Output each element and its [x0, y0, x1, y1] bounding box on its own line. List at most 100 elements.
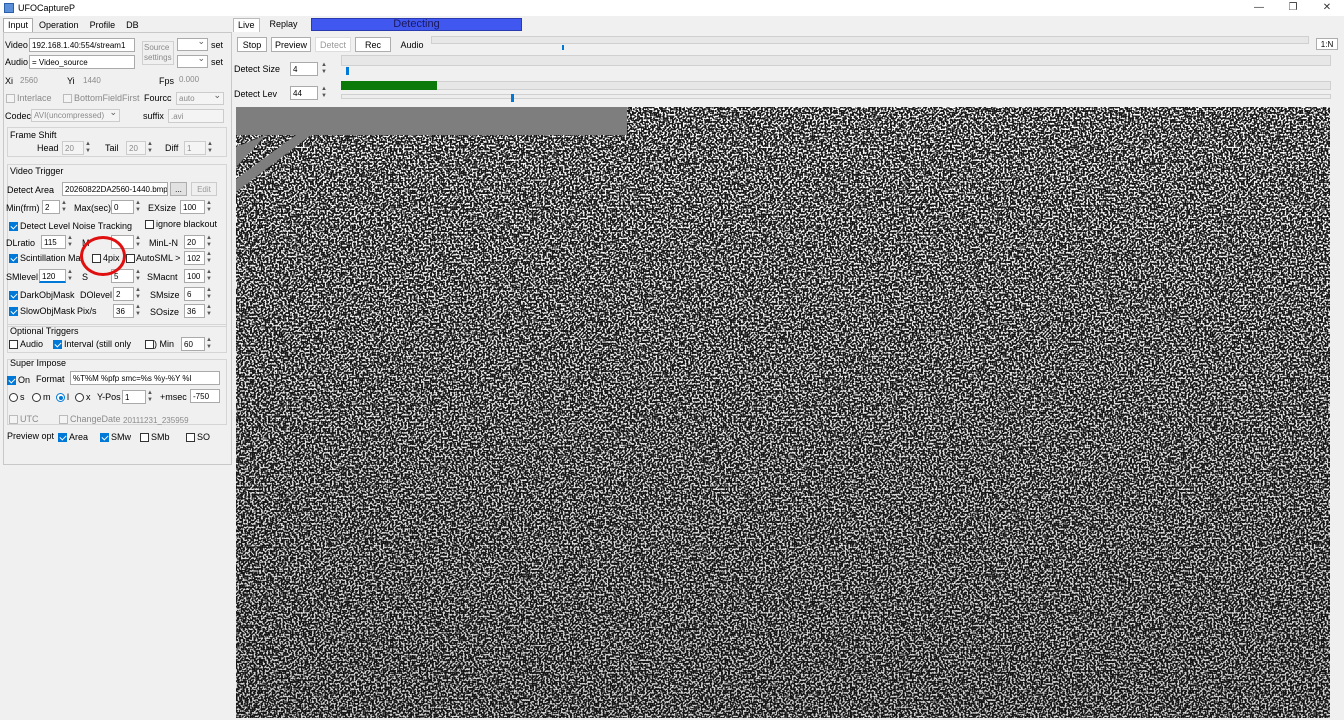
interval-checkbox[interactable] [53, 340, 62, 349]
superimpose-on-checkbox[interactable] [7, 376, 16, 385]
max-sec-field[interactable]: 0 [111, 200, 134, 214]
radio-s[interactable] [9, 393, 18, 402]
smlevel-field[interactable]: 120 [39, 269, 66, 283]
ypos-spinner[interactable]: ▲ ▼ [146, 390, 154, 404]
detect-size-thumb[interactable] [346, 67, 349, 75]
audio-trigger-checkbox[interactable] [9, 340, 18, 349]
ratio-button[interactable]: 1:N [1316, 38, 1338, 50]
pixs-spinner[interactable]: ▲ ▼ [134, 304, 142, 318]
detect-size-track[interactable] [341, 55, 1331, 66]
audio-level-track[interactable] [431, 36, 1309, 44]
radio-m[interactable] [32, 393, 41, 402]
bottom-field-checkbox[interactable] [63, 94, 72, 103]
source-settings-button[interactable]: Source settings [142, 41, 174, 65]
slowobj-checkbox[interactable] [9, 307, 18, 316]
detect-lev-field[interactable]: 44 [290, 86, 318, 100]
source-setting-dropdown-2[interactable] [177, 53, 208, 68]
msec-field[interactable]: -750 [190, 389, 220, 403]
head-field[interactable]: 20 [62, 141, 84, 155]
fourcc-dropdown[interactable]: auto [176, 90, 224, 105]
interlace-checkbox[interactable] [6, 94, 15, 103]
min-frm-field[interactable]: 2 [42, 200, 60, 214]
video-source-field[interactable]: 192.168.1.40:554/stream1 [29, 38, 135, 52]
dratio-field[interactable]: 115 [41, 235, 66, 249]
diff-spinner[interactable]: ▲ ▼ [206, 141, 214, 155]
autosml-checkbox[interactable] [126, 254, 135, 263]
minl-spinner[interactable]: ▲ ▼ [205, 235, 213, 249]
min-frm-spinner[interactable]: ▲ ▼ [60, 200, 68, 214]
scintillation-checkbox[interactable] [9, 254, 18, 263]
source-setting-dropdown-1[interactable] [177, 36, 208, 51]
detect-size-field[interactable]: 4 [290, 62, 318, 76]
preview-so-checkbox[interactable] [186, 433, 195, 442]
max-sec-spinner[interactable]: ▲ ▼ [134, 200, 142, 214]
interval-min-checkbox[interactable] [145, 340, 154, 349]
tail-field[interactable]: 20 [126, 141, 146, 155]
rec-button[interactable]: Rec [355, 37, 391, 52]
smsize-spinner[interactable]: ▲ ▼ [205, 287, 213, 301]
preview-smb-checkbox[interactable] [140, 433, 149, 442]
set-button-2[interactable]: set [211, 57, 223, 67]
set-button-1[interactable]: set [211, 40, 223, 50]
sosize-spinner[interactable]: ▲ ▼ [205, 304, 213, 318]
minl-field[interactable]: 20 [184, 235, 205, 249]
tab-input[interactable]: Input [3, 18, 34, 32]
smsize-field[interactable]: 6 [184, 287, 205, 301]
tab-replay[interactable]: Replay [266, 18, 302, 32]
codec-label: Codec [5, 111, 32, 121]
pixs-field[interactable]: 36 [113, 304, 134, 318]
interval-min-field[interactable]: 60 [181, 337, 205, 351]
audio-source-field[interactable]: = Video_source [29, 55, 135, 69]
diff-field[interactable]: 1 [184, 141, 206, 155]
preview-area-checkbox[interactable] [58, 433, 67, 442]
format-field[interactable]: %T%M %pfp smc=%s %y-%Y %l [70, 371, 220, 385]
detect-level-noise-checkbox[interactable] [9, 222, 18, 231]
codec-dropdown[interactable]: AVI(uncompressed) [31, 107, 120, 122]
head-spinner[interactable]: ▲ ▼ [84, 141, 92, 155]
preview-smw-checkbox[interactable] [100, 433, 109, 442]
xi-label: Xi [5, 76, 14, 86]
interval-min-spinner[interactable]: ▲ ▼ [205, 337, 213, 351]
mlevel-spinner[interactable]: ▲ ▼ [134, 235, 142, 249]
dratio-spinner[interactable]: ▲ ▼ [66, 235, 74, 249]
exsize-field[interactable]: 100 [180, 200, 205, 214]
autosml-field[interactable]: 102 [184, 251, 205, 265]
radio-l[interactable] [56, 393, 65, 402]
smacnt-field[interactable]: 100 [184, 269, 205, 283]
ignore-blackout-checkbox[interactable] [145, 220, 154, 229]
sosize-field[interactable]: 36 [184, 304, 205, 318]
detect-lev-thumb[interactable] [511, 94, 514, 102]
stop-button[interactable]: Stop [237, 37, 267, 52]
close-icon[interactable]: ✕ [1310, 0, 1344, 14]
darkobj-checkbox[interactable] [9, 291, 18, 300]
detect-button[interactable]: Detect [315, 37, 351, 52]
tab-db[interactable]: DB [121, 18, 144, 32]
preview-button[interactable]: Preview [271, 37, 311, 52]
audio-level-thumb[interactable] [562, 45, 564, 50]
tab-operation[interactable]: Operation [34, 18, 84, 32]
detect-lev-track[interactable] [341, 94, 1331, 99]
dolevel-field[interactable]: 2 [113, 287, 134, 301]
tab-live[interactable]: Live [233, 18, 260, 32]
radio-x[interactable] [75, 393, 84, 402]
detect-size-spinner[interactable]: ▲ ▼ [320, 62, 328, 76]
detect-area-browse-button[interactable]: ... [170, 182, 187, 196]
tail-spinner[interactable]: ▲ ▼ [146, 141, 154, 155]
autosml-spinner[interactable]: ▲ ▼ [205, 251, 213, 265]
detect-area-edit-button[interactable]: Edit [191, 182, 217, 196]
minimize-icon[interactable]: — [1242, 0, 1276, 14]
smacnt-spinner[interactable]: ▲ ▼ [205, 269, 213, 283]
smlevel-spinner[interactable]: ▲ ▼ [66, 269, 74, 283]
change-date-checkbox[interactable] [59, 415, 68, 424]
s-spinner[interactable]: ▲ ▼ [134, 269, 142, 283]
tab-profile[interactable]: Profile [85, 18, 121, 32]
suffix-field[interactable]: .avi [168, 109, 224, 123]
exsize-spinner[interactable]: ▲ ▼ [205, 200, 213, 214]
detect-area-field[interactable]: 20260822DA2560-1440.bmp [62, 182, 168, 196]
detect-lev-spinner[interactable]: ▲ ▼ [320, 86, 328, 100]
utc-checkbox[interactable] [9, 415, 18, 424]
maximize-icon[interactable]: ❐ [1276, 0, 1310, 14]
dolevel-spinner[interactable]: ▲ ▼ [134, 287, 142, 301]
ypos-field[interactable]: 1 [122, 390, 146, 404]
window-title: UFOCaptureP [18, 3, 76, 13]
